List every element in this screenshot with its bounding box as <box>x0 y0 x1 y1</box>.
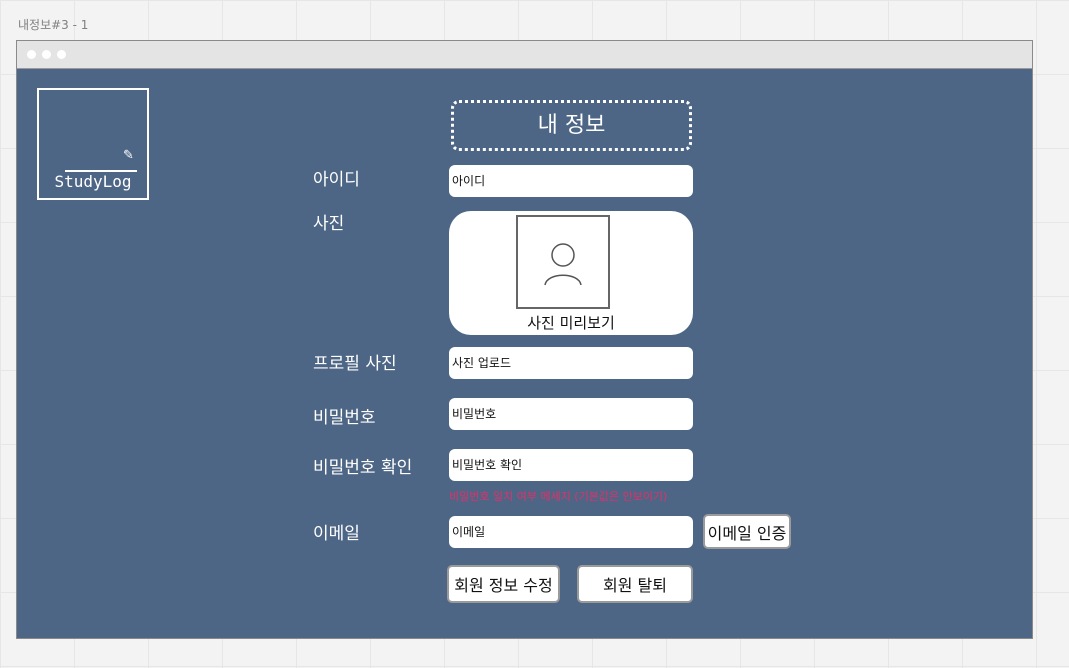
id-input[interactable]: 아이디 <box>449 165 693 197</box>
studylog-logo[interactable]: ✎ StudyLog <box>37 88 149 200</box>
photo-preview-caption: 사진 미리보기 <box>527 314 615 332</box>
frame-label: 내정보#3 - 1 <box>18 18 89 32</box>
photo-preview: 사진 미리보기 <box>449 211 693 335</box>
window-titlebar <box>17 41 1032 69</box>
photo-label: 사진 <box>313 214 345 234</box>
password-input[interactable]: 비밀번호 <box>449 398 693 430</box>
password-label: 비밀번호 <box>313 408 376 428</box>
profile-photo-label: 프로필 사진 <box>313 354 397 374</box>
browser-window: ✎ StudyLog 내 정보 아이디 아이디 사진 사진 미리보기 프로필 사… <box>16 40 1033 639</box>
logo-text: StudyLog <box>54 172 132 191</box>
id-label: 아이디 <box>313 170 360 190</box>
window-dot-icon <box>42 50 51 59</box>
password-match-message: 비밀번호 일치 여부 메세지 (기본값은 안보이기) <box>449 490 668 503</box>
withdraw-button[interactable]: 회원 탈퇴 <box>577 565 693 603</box>
password-confirm-label: 비밀번호 확인 <box>313 458 413 478</box>
window-dot-icon <box>57 50 66 59</box>
email-label: 이메일 <box>313 524 360 544</box>
email-input[interactable]: 이메일 <box>449 516 693 548</box>
user-icon <box>544 243 582 286</box>
pencil-icon: ✎ <box>123 148 134 163</box>
photo-upload-input[interactable]: 사진 업로드 <box>449 347 693 379</box>
email-verify-button[interactable]: 이메일 인증 <box>703 514 791 549</box>
edit-profile-button[interactable]: 회원 정보 수정 <box>447 565 560 603</box>
password-confirm-input[interactable]: 비밀번호 확인 <box>449 449 693 481</box>
photo-frame <box>516 215 610 309</box>
page-title: 내 정보 <box>451 100 692 151</box>
window-dot-icon <box>27 50 36 59</box>
